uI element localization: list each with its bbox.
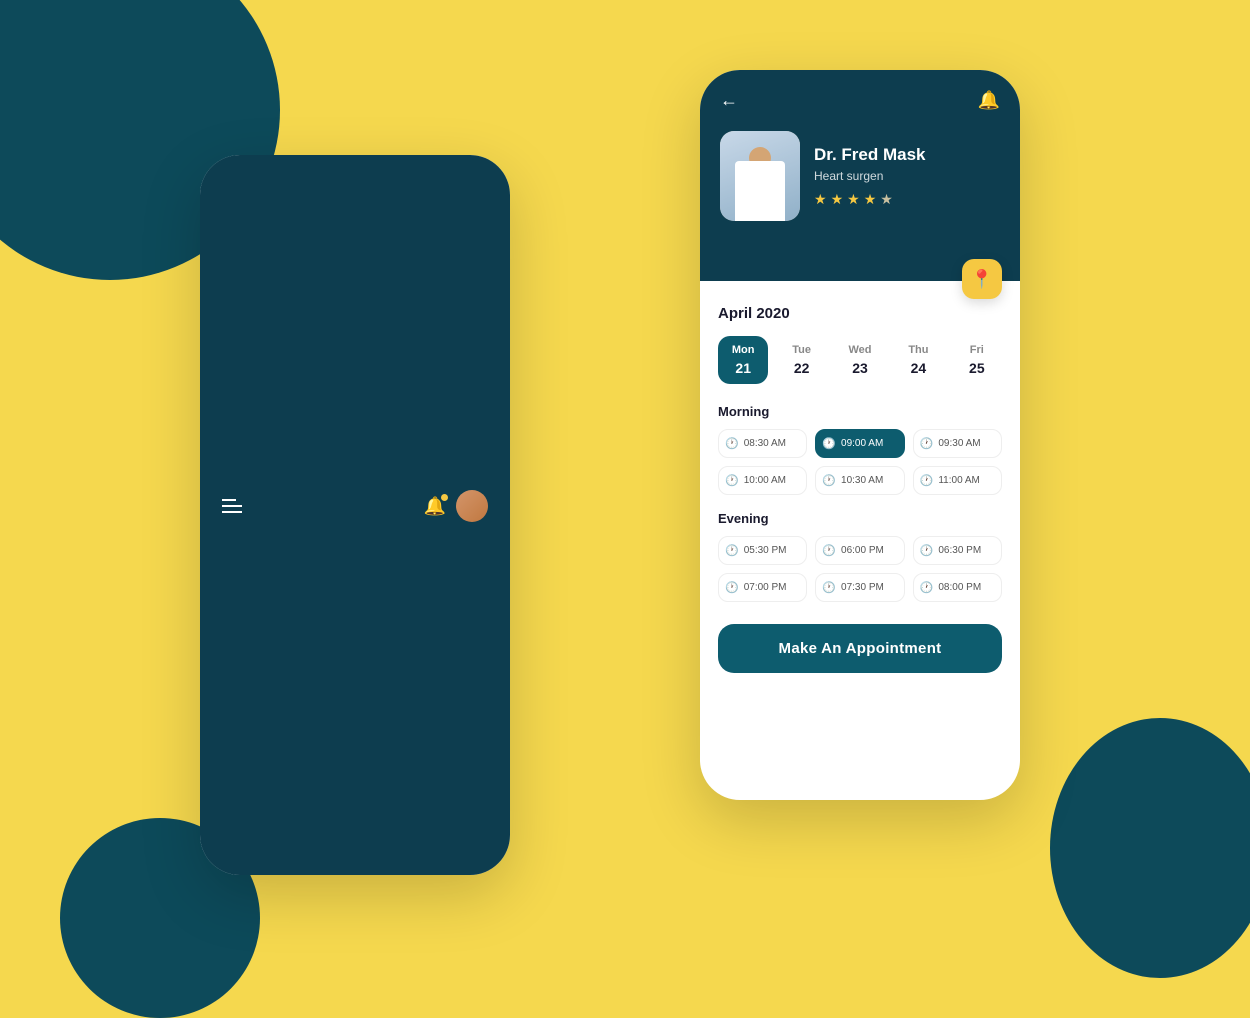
time-0900-label: 09:00 AM (841, 438, 883, 449)
month-label: April 2020 (718, 305, 1002, 322)
cal-day-tue[interactable]: Tue 22 (776, 336, 826, 384)
time-slot-1730[interactable]: 🕐 05:30 PM (718, 536, 807, 565)
cal-day-tue-num: 22 (780, 360, 822, 376)
clock-icon: 🕐 (822, 474, 836, 487)
cal-day-thu[interactable]: Thu 24 (893, 336, 943, 384)
cal-day-tue-name: Tue (780, 344, 822, 356)
morning-time-grid: 🕐 08:30 AM 🕐 09:00 AM 🕐 09:30 AM 🕐 10:00… (718, 429, 1002, 495)
cal-day-mon[interactable]: Mon 21 (718, 336, 768, 384)
cal-day-fri[interactable]: Fri 25 (952, 336, 1002, 384)
left-phone-header: 🔔 (200, 155, 510, 875)
clock-icon: 🕐 (920, 437, 934, 450)
make-appointment-button[interactable]: Make An Appointment (718, 624, 1002, 673)
time-1830-label: 06:30 PM (938, 545, 981, 556)
time-slot-0900[interactable]: 🕐 09:00 AM (815, 429, 904, 458)
cal-day-thu-num: 24 (897, 360, 939, 376)
cal-day-mon-num: 21 (722, 360, 764, 376)
notification-icon[interactable]: 🔔 (978, 90, 1000, 111)
star-4: ★ (864, 191, 877, 208)
time-1030-label: 10:30 AM (841, 475, 883, 486)
clock-icon: 🕐 (725, 581, 739, 594)
time-1100-label: 11:00 AM (938, 475, 980, 486)
time-2000-label: 08:00 PM (938, 582, 981, 593)
time-slot-1930[interactable]: 🕐 07:30 PM (815, 573, 904, 602)
time-slot-1100[interactable]: 🕐 11:00 AM (913, 466, 1002, 495)
clock-icon: 🕐 (920, 544, 934, 557)
time-1730-label: 05:30 PM (744, 545, 787, 556)
time-slot-1000[interactable]: 🕐 10:00 AM (718, 466, 807, 495)
cal-day-wed-num: 23 (839, 360, 881, 376)
doctor-detail-info: Dr. Fred Mask Heart surgen ★ ★ ★ ★ ★ (814, 145, 926, 208)
avatar[interactable] (456, 490, 488, 522)
cal-day-mon-name: Mon (722, 344, 764, 356)
cal-day-thu-name: Thu (897, 344, 939, 356)
cal-day-fri-name: Fri (956, 344, 998, 356)
clock-icon: 🕐 (822, 581, 836, 594)
cal-day-wed[interactable]: Wed 23 (835, 336, 885, 384)
cal-day-wed-name: Wed (839, 344, 881, 356)
clock-icon: 🕐 (920, 474, 934, 487)
time-0930-label: 09:30 AM (938, 438, 980, 449)
clock-icon: 🕐 (725, 544, 739, 557)
doctor-detail-specialty: Heart surgen (814, 169, 926, 183)
menu-icon[interactable] (222, 499, 242, 513)
star-3: ★ (847, 191, 860, 208)
time-1800-label: 06:00 PM (841, 545, 884, 556)
time-slot-2000[interactable]: 🕐 08:00 PM (913, 573, 1002, 602)
doctor-photo (720, 131, 800, 221)
right-phone-content: April 2020 Mon 21 Tue 22 Wed 23 Thu 24 F… (700, 281, 1020, 689)
right-phone: ← 🔔 Dr. Fred Mask Heart surgen ★ ★ ★ ★ ★ (700, 70, 1020, 800)
time-1930-label: 07:30 PM (841, 582, 884, 593)
header-right-controls: 🔔 (424, 490, 488, 522)
time-0830-label: 08:30 AM (744, 438, 786, 449)
doctor-profile-card: Dr. Fred Mask Heart surgen ★ ★ ★ ★ ★ (720, 131, 1000, 221)
morning-label: Morning (718, 404, 1002, 419)
notification-dot (441, 494, 448, 501)
left-phone: 🔔 Hi, Olivia Welcome Back Category (200, 155, 510, 875)
doctor-rating-stars: ★ ★ ★ ★ ★ (814, 191, 926, 208)
time-slot-1900[interactable]: 🕐 07:00 PM (718, 573, 807, 602)
right-phone-nav: ← 🔔 (720, 90, 1000, 111)
bg-decoration-bottom-right (1050, 718, 1250, 978)
star-half: ★ (880, 191, 893, 208)
calendar-row: Mon 21 Tue 22 Wed 23 Thu 24 Fri 25 (718, 336, 1002, 384)
clock-icon: 🕐 (822, 544, 836, 557)
right-phone-header: ← 🔔 Dr. Fred Mask Heart surgen ★ ★ ★ ★ ★ (700, 70, 1020, 281)
time-slot-1800[interactable]: 🕐 06:00 PM (815, 536, 904, 565)
doctor-detail-name: Dr. Fred Mask (814, 145, 926, 165)
cal-day-fri-num: 25 (956, 360, 998, 376)
clock-icon: 🕐 (725, 437, 739, 450)
clock-icon: 🕐 (725, 474, 739, 487)
time-slot-0830[interactable]: 🕐 08:30 AM (718, 429, 807, 458)
time-1900-label: 07:00 PM (744, 582, 787, 593)
evening-label: Evening (718, 511, 1002, 526)
location-badge[interactable]: 📍 (962, 259, 1002, 299)
time-slot-1830[interactable]: 🕐 06:30 PM (913, 536, 1002, 565)
clock-icon: 🕐 (920, 581, 934, 594)
star-2: ★ (831, 191, 844, 208)
star-1: ★ (814, 191, 827, 208)
clock-icon: 🕐 (822, 437, 836, 450)
location-icon: 📍 (971, 269, 993, 290)
time-1000-label: 10:00 AM (744, 475, 786, 486)
time-slot-1030[interactable]: 🕐 10:30 AM (815, 466, 904, 495)
notification-bell-icon[interactable]: 🔔 (424, 496, 446, 517)
back-button[interactable]: ← (720, 90, 738, 111)
time-slot-0930[interactable]: 🕐 09:30 AM (913, 429, 1002, 458)
evening-time-grid: 🕐 05:30 PM 🕐 06:00 PM 🕐 06:30 PM 🕐 07:00… (718, 536, 1002, 602)
avatar-image (456, 490, 488, 522)
